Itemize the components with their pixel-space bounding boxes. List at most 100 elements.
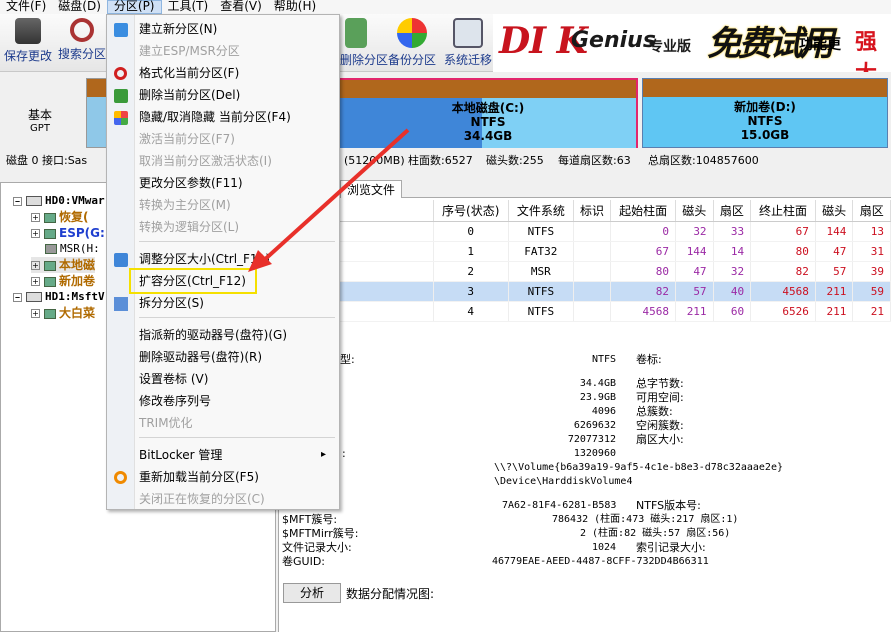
table-cell: 211 [675, 301, 714, 322]
tree-node-dabaicai[interactable]: + 大白菜 [31, 305, 95, 321]
prop-type-value: NTFS [592, 354, 617, 365]
menu-item-set-label[interactable]: 设置卷标 (V) [139, 369, 208, 389]
partition-c-fs: NTFS [470, 115, 506, 129]
col-seq[interactable]: 序号(状态) [433, 200, 509, 222]
col-start-cyl[interactable]: 起始柱面 [610, 200, 677, 222]
allocation-map-label: 数据分配情况图: [346, 587, 435, 601]
partition-icon [44, 260, 56, 271]
table-cell: 40 [713, 281, 752, 302]
migrate-label: 系统迁移 [443, 53, 492, 67]
menu-item-close-recovering[interactable]: 关闭正在恢复的分区(C) [139, 489, 265, 509]
menu-item-to-logical[interactable]: 转换为逻辑分区(L) [139, 217, 239, 237]
table-cell: 67 [610, 241, 677, 262]
delete-icon [345, 18, 367, 48]
save-button[interactable]: 保存更改 [0, 16, 56, 64]
table-cell [573, 241, 612, 262]
search-icon [70, 18, 94, 42]
prop-mft-label: $MFT簇号: [282, 513, 338, 526]
table-cell: 67 [750, 221, 816, 242]
table-cell: 3 [433, 281, 509, 302]
menu-item-hide[interactable]: 隐藏/取消隐藏 当前分区(F4) [139, 107, 291, 127]
table-cell: 4568 [610, 301, 677, 322]
table-cell: 57 [675, 281, 714, 302]
tab-browse-files[interactable]: 浏览文件 [340, 180, 403, 198]
tree-node-esp[interactable]: + ESP(G: [31, 225, 105, 241]
menu-item-resize[interactable]: 调整分区大小(Ctrl_F11) [139, 249, 270, 269]
menu-item-format[interactable]: 格式化当前分区(F) [139, 63, 239, 83]
menu-item-esp-msr[interactable]: 建立ESP/MSR分区 [139, 41, 240, 61]
menu-disk[interactable]: 磁盘(D) [52, 0, 107, 14]
menu-item-activate[interactable]: 激活当前分区(F7) [139, 129, 235, 149]
menu-item-remove-letter[interactable]: 删除驱动器号(盘符)(R) [139, 347, 262, 367]
brand-banner: DI K Genius 专业版 免费试用 功能更 强大 [493, 14, 891, 87]
menu-item-bitlocker[interactable]: BitLocker 管理 [139, 445, 222, 465]
partition-icon [44, 212, 56, 223]
menu-item-change-params[interactable]: 更改分区参数(F11) [139, 173, 243, 193]
menu-item-split[interactable]: 拆分分区(S) [139, 293, 204, 313]
partition-d-name: 新加卷(D:) [734, 100, 796, 114]
tree-hd0[interactable]: − HD0:VMwar [13, 193, 105, 209]
prop-serial: 7A62-81F4-6281-B583 [502, 500, 617, 511]
save-label: 保存更改 [3, 49, 52, 63]
table-cell: 0 [433, 221, 509, 242]
col-end-cyl[interactable]: 终止柱面 [750, 200, 816, 222]
table-row[interactable]: 磁盘(C:)3NTFS825740456821159 [278, 281, 891, 302]
prop-v6: 1320960 [573, 448, 616, 459]
backup-partition-button[interactable]: 备份分区 [384, 16, 440, 68]
table-cell: 59 [852, 281, 891, 302]
col-sector2[interactable]: 扇区 [852, 200, 891, 222]
menu-partition[interactable]: 分区(P) [106, 0, 162, 14]
menu-item-trim[interactable]: TRIM优化 [139, 413, 193, 433]
tree-node-local-disk[interactable]: + 本地磁 [31, 257, 96, 273]
table-row[interactable]: 卷(D:)4NTFS456821160652621121 [278, 301, 891, 322]
partition-block-c[interactable]: 本地磁盘(C:) NTFS 34.4GB [338, 78, 638, 148]
menu-tools[interactable]: 工具(T) [162, 0, 215, 14]
menu-item-delete[interactable]: 删除当前分区(Del) [139, 85, 240, 105]
prop-ntfs-version-label: NTFS版本号: [636, 499, 701, 512]
menu-item-assign-letter[interactable]: 指派新的驱动器号(盘符)(G) [139, 325, 287, 345]
disk-interface: 磁盘 0 接口:Sas [6, 154, 88, 167]
prop-record-size-label: 文件记录大小: [282, 541, 352, 554]
menu-help[interactable]: 帮助(H) [268, 0, 322, 14]
menu-item-to-primary[interactable]: 转换为主分区(M) [139, 195, 231, 215]
disk-type-label: 基本 GPT [14, 106, 66, 134]
col-head2[interactable]: 磁头 [815, 200, 854, 222]
partition-block-d[interactable]: 新加卷(D:) NTFS 15.0GB [642, 78, 888, 148]
table-cell: NTFS [508, 281, 574, 302]
menu-item-serial[interactable]: 修改卷序列号 [139, 391, 211, 411]
menu-item-reload[interactable]: 重新加载当前分区(F5) [139, 467, 259, 487]
prop-l3: 总簇数: [636, 405, 673, 418]
col-head[interactable]: 磁头 [675, 200, 714, 222]
menu-item-deactivate[interactable]: 取消当前分区激活状态(I) [139, 151, 272, 171]
partition-d-size: 15.0GB [740, 128, 790, 142]
table-cell: 0 [610, 221, 677, 242]
table-cell: 1 [433, 241, 509, 262]
table-row[interactable]: H:)2MSR804732825739 [278, 261, 891, 282]
col-flag[interactable]: 标识 [573, 200, 612, 222]
prop-guid-label: 卷GUID: [282, 555, 325, 568]
analyze-button[interactable]: 分析 [283, 583, 341, 603]
menu-file[interactable]: 文件(F) [0, 0, 52, 14]
menu-view[interactable]: 查看(V) [214, 0, 268, 14]
menu-item-new-partition[interactable]: 建立新分区(N) [139, 19, 217, 39]
col-fs[interactable]: 文件系统 [508, 200, 574, 222]
tree-node-new-volume[interactable]: + 新加卷 [31, 273, 95, 289]
search-partition-button[interactable]: 搜索分区 [54, 16, 110, 62]
tree-node-recovery[interactable]: + 恢复( [31, 209, 89, 225]
table-cell: 13 [852, 221, 891, 242]
table-row[interactable]: E:)0NTFS032336714413 [278, 221, 891, 242]
migrate-system-button[interactable]: 系统迁移 [440, 16, 496, 68]
table-cell: 31 [852, 241, 891, 262]
partition-table: 序号(状态) 文件系统 标识 起始柱面 磁头 扇区 终止柱面 磁头 扇区 E:)… [278, 200, 891, 322]
table-cell: NTFS [508, 301, 574, 322]
format-icon [114, 67, 127, 80]
prop-mftmirr-value: 2 (柱面:82 磁头:57 扇区:56) [580, 528, 731, 539]
prop-mftmirr-label: $MFTMirr簇号: [282, 527, 359, 540]
table-row[interactable]: G:)1FAT326714414804731 [278, 241, 891, 262]
tree-node-msr[interactable]: MSR(H: [45, 241, 100, 257]
tree-hd1[interactable]: − HD1:MsftV [13, 289, 105, 305]
col-sector[interactable]: 扇区 [713, 200, 752, 222]
new-partition-icon [114, 23, 128, 37]
hard-disk-icon [26, 292, 42, 302]
backup-icon [397, 18, 427, 48]
